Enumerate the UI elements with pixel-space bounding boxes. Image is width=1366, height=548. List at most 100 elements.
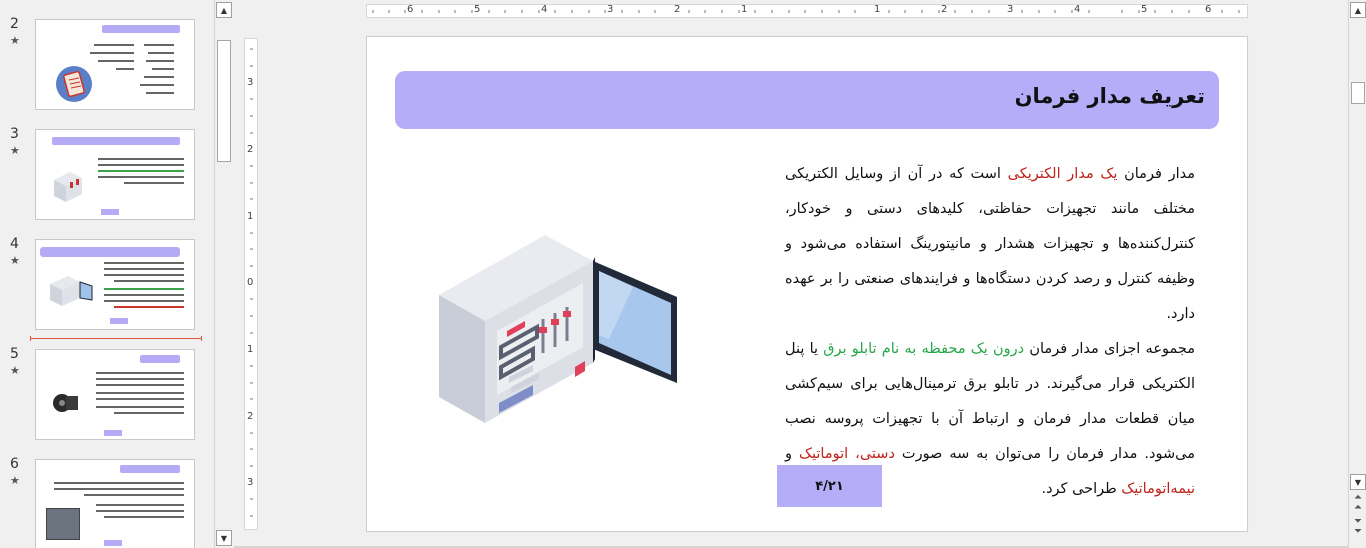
thumb-text-line: [98, 170, 184, 172]
text-run-red: نیمه‌اتوماتیک: [1121, 481, 1195, 497]
ruler-ticks: [372, 10, 1240, 13]
thumb-text-line: [104, 268, 184, 270]
ruler-label: 3: [607, 4, 614, 15]
thumb-text-line: [98, 158, 184, 160]
drop-position-indicator: [30, 336, 202, 341]
thumb-page-box: [104, 540, 122, 546]
thumb-text-line: [104, 262, 184, 264]
thumb-text-line: [116, 68, 134, 70]
thumb-text-line: [96, 384, 184, 386]
previous-slide-icon[interactable]: ⏶: [1351, 502, 1365, 514]
slide-scrollbar[interactable]: ▲ ▼ ⏶ ⏶ ⏷ ⏷: [1348, 0, 1366, 548]
thumb-text-line: [98, 164, 184, 166]
thumb-text-line: [104, 288, 184, 290]
slide-number: 4: [10, 236, 19, 252]
thumb-text-line: [94, 44, 134, 46]
text-run-red: دستی، اتوماتیک: [799, 446, 895, 462]
paragraph-1: مدار فرمان یک مدار الکتریکی است که در آن…: [785, 157, 1195, 332]
horizontal-ruler[interactable]: 6 5 4 3 2 1 1 2 3 4 5 6: [366, 4, 1248, 18]
thumb-title-bar: [120, 465, 180, 473]
thumb-title-bar: [40, 247, 180, 257]
scroll-thumb[interactable]: [1351, 82, 1365, 104]
thumb-text-line: [96, 392, 184, 394]
ruler-label: 4: [1074, 4, 1081, 15]
transition-star-icon: ★: [10, 144, 20, 157]
thumb-text-line: [104, 274, 184, 276]
ruler-label: 3: [247, 477, 254, 488]
ruler-label: 3: [1007, 4, 1014, 15]
thumb-text-line: [104, 516, 184, 518]
scroll-up-button[interactable]: ▲: [216, 2, 232, 18]
text-run-red: یک مدار الکتریکی: [1007, 166, 1118, 182]
thumb-page-box: [110, 318, 128, 324]
thumb-text-line: [96, 372, 184, 374]
thumbnail-scrollbar[interactable]: ▲ ▼: [214, 0, 232, 548]
ruler-label: 3: [247, 77, 254, 88]
slide-number: 6: [10, 456, 19, 472]
transition-star-icon: ★: [10, 474, 20, 487]
thumb-text-line: [104, 300, 184, 302]
thumb-text-line: [96, 406, 184, 408]
page-number: ۴/۲۱: [815, 478, 844, 494]
transition-star-icon: ★: [10, 34, 20, 47]
slide-title: تعریف مدار فرمان: [1014, 84, 1205, 108]
thumb-text-line: [144, 76, 174, 78]
slide-thumbnail-4[interactable]: [35, 239, 195, 330]
motor-icon: [53, 394, 78, 412]
ruler-label: 1: [874, 4, 881, 15]
slide-thumbnail-5[interactable]: [35, 349, 195, 440]
ruler-label: 5: [474, 4, 481, 15]
thumb-title-bar: [52, 137, 180, 145]
thumb-text-line: [104, 294, 184, 296]
text-run: مجموعه اجزای مدار فرمان: [1024, 341, 1195, 357]
title-placeholder[interactable]: تعریف مدار فرمان: [395, 71, 1219, 129]
thumb-text-line: [96, 398, 184, 400]
breaker-icon: [54, 172, 82, 202]
thumb-page-box: [101, 209, 119, 215]
slide-sorter-panel: 2 ★ 3 ★ 4 ★ 5 ★ 6 ★: [0, 0, 214, 548]
slide-number: 3: [10, 126, 19, 142]
scroll-down-button[interactable]: ▼: [1350, 474, 1366, 490]
ruler-label: 1: [741, 4, 748, 15]
thumb-text-line: [114, 306, 184, 308]
text-run: مدار فرمان: [1117, 166, 1195, 182]
thumb-page-box: [104, 430, 122, 436]
transition-star-icon: ★: [10, 364, 20, 377]
ruler-label: 6: [1205, 4, 1212, 15]
thumb-text-line: [146, 60, 174, 62]
ruler-label: 2: [247, 144, 254, 155]
vertical-ruler[interactable]: 3 2 1 0 1 2 3: [244, 38, 258, 530]
text-run-green: درون یک محفظه به نام تابلو برق: [823, 341, 1025, 357]
thumb-text-line: [146, 92, 174, 94]
ruler-label: 0: [247, 277, 254, 288]
page-number-box[interactable]: ۴/۲۱: [777, 465, 882, 507]
thumb-text-line: [98, 60, 134, 62]
thumb-text-line: [140, 84, 174, 86]
thumb-text-line: [90, 52, 134, 54]
slide-thumbnail-6[interactable]: [35, 459, 195, 548]
thumb-text-line: [54, 488, 184, 490]
thumb-text-line: [96, 510, 184, 512]
text-run: یا پنل الکتریکی قرار می‌گیرند. در تابلو …: [785, 341, 1195, 462]
control-panel-illustration[interactable]: [433, 227, 683, 427]
thumb-text-line: [152, 68, 174, 70]
ruler-label: 2: [247, 411, 254, 422]
thumb-text-line: [114, 412, 184, 414]
slide-number: 2: [10, 16, 19, 32]
scroll-up-button[interactable]: ▲: [1350, 2, 1366, 18]
text-run: و: [785, 446, 800, 462]
transition-star-icon: ★: [10, 254, 20, 267]
thumb-text-line: [54, 482, 184, 484]
slide-thumbnail-3[interactable]: [35, 129, 195, 220]
content-textbox[interactable]: مدار فرمان یک مدار الکتریکی است که در آن…: [785, 157, 1195, 507]
next-slide-icon[interactable]: ⏷: [1351, 526, 1365, 538]
thumb-text-line: [96, 504, 184, 506]
slide-canvas[interactable]: تعریف مدار فرمان مدار فرمان یک مدار الکت…: [366, 36, 1248, 532]
clipboard-icon: [56, 66, 92, 102]
ruler-label: 2: [674, 4, 681, 15]
slide-thumbnail-2[interactable]: [35, 19, 195, 110]
scroll-thumb[interactable]: [217, 40, 231, 162]
thumb-title-bar: [102, 25, 180, 33]
ruler-label: 1: [247, 211, 254, 222]
scroll-down-button[interactable]: ▼: [216, 530, 232, 546]
